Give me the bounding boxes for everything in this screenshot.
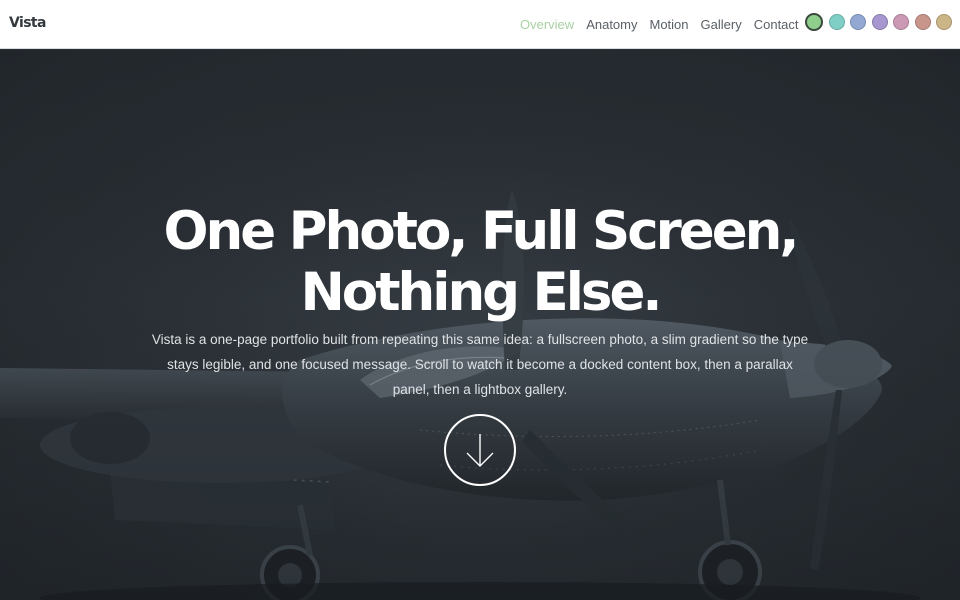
main-nav: Overview Anatomy Motion Gallery Contact [520, 16, 811, 34]
brand-logo[interactable]: Vista [9, 15, 46, 31]
theme-swatch-gold[interactable] [936, 14, 952, 30]
scroll-down-button[interactable] [444, 414, 516, 486]
hero-gradient-overlay [0, 50, 960, 600]
hero-section: One Photo, Full Screen, Nothing Else. Vi… [0, 50, 960, 600]
hero-headline-line-1: One Photo, Full Screen, [163, 201, 799, 262]
nav-link-contact[interactable]: Contact [754, 16, 799, 34]
theme-swatch-green[interactable] [805, 13, 823, 31]
nav-link-anatomy[interactable]: Anatomy [586, 16, 637, 34]
hero-headline: One Photo, Full Screen, Nothing Else. [0, 201, 960, 323]
nav-link-gallery[interactable]: Gallery [701, 16, 742, 34]
nav-link-overview[interactable]: Overview [520, 16, 574, 34]
theme-swatch-picker [805, 13, 958, 31]
theme-swatch-purple[interactable] [871, 14, 888, 30]
theme-swatch-pink[interactable] [893, 14, 909, 30]
theme-swatch-rose[interactable] [914, 14, 931, 30]
theme-swatch-blue[interactable] [850, 14, 866, 30]
hero-description: Vista is a one-page portfolio built from… [151, 332, 809, 397]
hero-headline-line-2: Nothing Else. [300, 262, 662, 323]
nav-link-motion[interactable]: Motion [650, 16, 689, 34]
arrow-down-icon [466, 434, 494, 467]
theme-swatch-teal[interactable] [828, 14, 845, 30]
top-navigation-bar: Vista Overview Anatomy Motion Gallery Co… [0, 0, 960, 49]
